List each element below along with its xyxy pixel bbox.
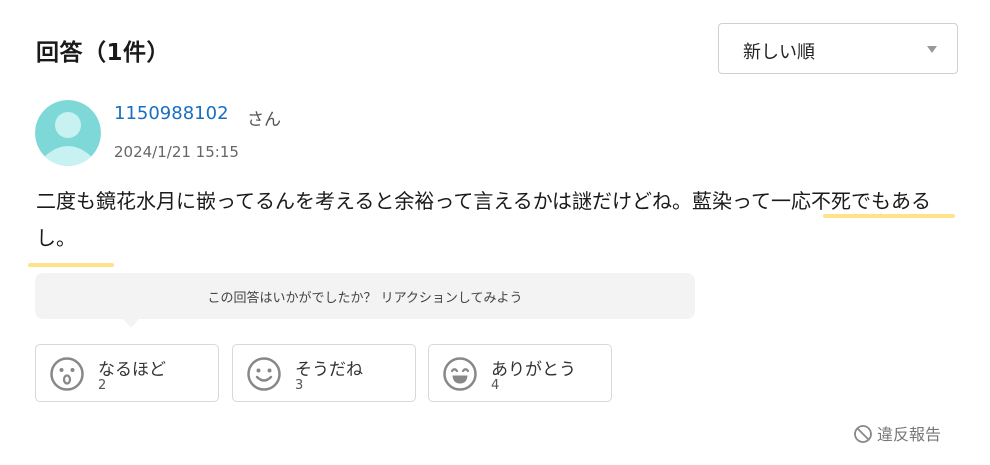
avatar	[35, 100, 101, 166]
reaction-label: そうだね	[295, 360, 363, 380]
grin-face-icon	[443, 357, 477, 391]
reaction-button-naruhodo[interactable]: なるほど 2	[35, 344, 219, 402]
prohibited-icon	[854, 425, 872, 443]
reaction-label: ありがとう	[491, 360, 576, 380]
bubble-tail	[122, 318, 140, 328]
username-link[interactable]: 1150988102	[114, 103, 229, 124]
reaction-count: 4	[491, 378, 500, 393]
answer-body: 二度も鏡花水月に嵌ってるんを考えると余裕って言えるかは謎だけどね。藍染って一応不…	[36, 189, 931, 250]
reaction-button-arigatou[interactable]: ありがとう 4	[428, 344, 612, 402]
reaction-prompt-bubble: この回答はいかがでしたか？ リアクションしてみよう	[35, 273, 695, 319]
reaction-label: なるほど	[98, 360, 166, 380]
chevron-down-icon	[927, 46, 937, 53]
highlight-mark	[28, 263, 114, 267]
answer-timestamp: 2024/1/21 15:15	[114, 143, 239, 161]
surprised-face-icon	[50, 357, 84, 391]
smile-face-icon	[247, 357, 281, 391]
reaction-count: 3	[295, 378, 304, 393]
report-violation-link[interactable]: 違反報告	[853, 421, 941, 445]
report-label: 違反報告	[877, 425, 942, 444]
sort-dropdown[interactable]: 新しい順	[718, 23, 958, 74]
reaction-button-soudane[interactable]: そうだね 3	[232, 344, 416, 402]
reaction-prompt-text: この回答はいかがでしたか？ リアクションしてみよう	[207, 291, 523, 306]
sort-selected-label: 新しい順	[743, 42, 815, 63]
reaction-count: 2	[98, 378, 107, 393]
page-title: 回答（1件）	[36, 40, 171, 66]
user-honorific: さん	[247, 110, 281, 130]
